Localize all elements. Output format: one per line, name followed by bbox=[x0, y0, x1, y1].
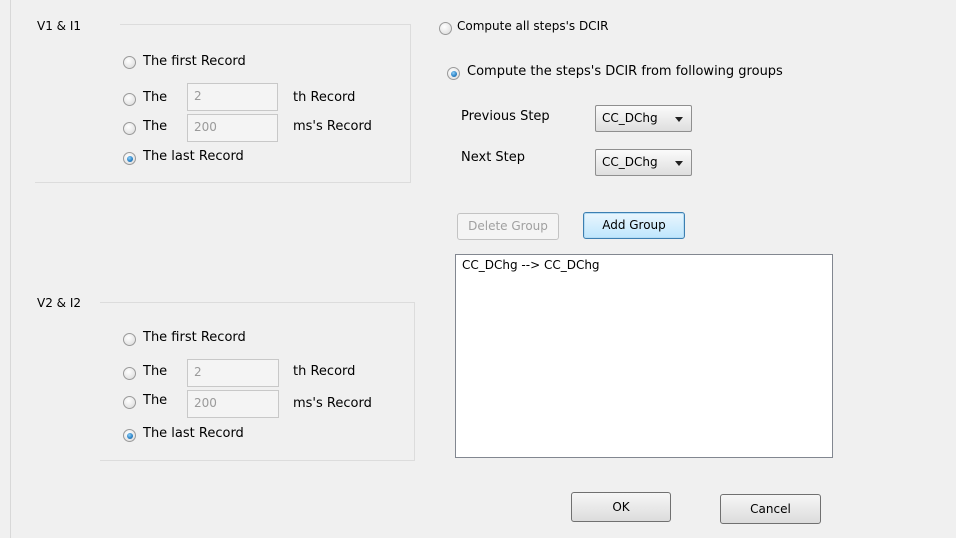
group2-nth-record-radio[interactable] bbox=[123, 367, 136, 380]
group2-ms-record-suffix: ms's Record bbox=[293, 396, 372, 411]
group1-frame-right bbox=[410, 24, 411, 182]
group1-frame-bottom bbox=[35, 182, 411, 183]
compute-groups-label[interactable]: Compute the steps's DCIR from following … bbox=[467, 64, 783, 79]
group2-last-record-label[interactable]: The last Record bbox=[143, 426, 244, 441]
group2-ms-record-input[interactable]: 200 bbox=[187, 390, 279, 418]
group1-title: V1 & I1 bbox=[37, 19, 82, 33]
compute-all-steps-radio[interactable] bbox=[439, 22, 452, 35]
add-group-button[interactable]: Add Group bbox=[583, 212, 685, 239]
window-left-border bbox=[0, 0, 11, 538]
chevron-down-icon bbox=[675, 161, 683, 166]
group2-nth-record-prefix[interactable]: The bbox=[143, 364, 167, 379]
group1-ms-record-radio[interactable] bbox=[123, 122, 136, 135]
list-item[interactable]: CC_DChg --> CC_DChg bbox=[456, 255, 832, 275]
group1-last-record-label[interactable]: The last Record bbox=[143, 149, 244, 164]
delete-group-button[interactable]: Delete Group bbox=[457, 213, 559, 240]
group1-ms-record-suffix: ms's Record bbox=[293, 119, 372, 134]
group2-frame-bottom bbox=[100, 460, 415, 461]
group2-nth-record-suffix: th Record bbox=[293, 364, 356, 379]
group2-frame-right bbox=[414, 302, 415, 460]
next-step-dropdown[interactable]: CC_DChg bbox=[595, 149, 692, 176]
group2-first-record-label[interactable]: The first Record bbox=[143, 330, 246, 345]
group1-ms-record-prefix[interactable]: The bbox=[143, 119, 167, 134]
group1-first-record-radio[interactable] bbox=[123, 56, 136, 69]
group1-nth-record-suffix: th Record bbox=[293, 90, 356, 105]
group1-last-record-radio[interactable] bbox=[123, 152, 136, 165]
group2-ms-record-prefix[interactable]: The bbox=[143, 393, 167, 408]
group-list[interactable]: CC_DChg --> CC_DChg bbox=[455, 254, 833, 458]
next-step-value: CC_DChg bbox=[602, 155, 658, 169]
previous-step-label: Previous Step bbox=[461, 109, 550, 124]
group1-ms-record-input[interactable]: 200 bbox=[187, 114, 278, 142]
group2-last-record-radio[interactable] bbox=[123, 429, 136, 442]
group1-nth-record-input[interactable]: 2 bbox=[187, 83, 278, 111]
previous-step-value: CC_DChg bbox=[602, 111, 658, 125]
group2-nth-record-input[interactable]: 2 bbox=[187, 359, 279, 387]
group1-frame-top bbox=[120, 24, 410, 25]
group2-first-record-radio[interactable] bbox=[123, 333, 136, 346]
ok-button[interactable]: OK bbox=[571, 492, 671, 522]
group1-first-record-label[interactable]: The first Record bbox=[143, 54, 246, 69]
group1-nth-record-prefix[interactable]: The bbox=[143, 90, 167, 105]
previous-step-dropdown[interactable]: CC_DChg bbox=[595, 105, 692, 132]
group1-nth-record-radio[interactable] bbox=[123, 93, 136, 106]
group2-frame-top bbox=[100, 302, 415, 303]
compute-all-steps-label[interactable]: Compute all steps's DCIR bbox=[457, 19, 608, 33]
group2-title: V2 & I2 bbox=[37, 296, 82, 310]
chevron-down-icon bbox=[675, 117, 683, 122]
next-step-label: Next Step bbox=[461, 150, 526, 165]
cancel-button[interactable]: Cancel bbox=[720, 494, 821, 524]
compute-groups-radio[interactable] bbox=[447, 67, 460, 80]
group2-ms-record-radio[interactable] bbox=[123, 396, 136, 409]
